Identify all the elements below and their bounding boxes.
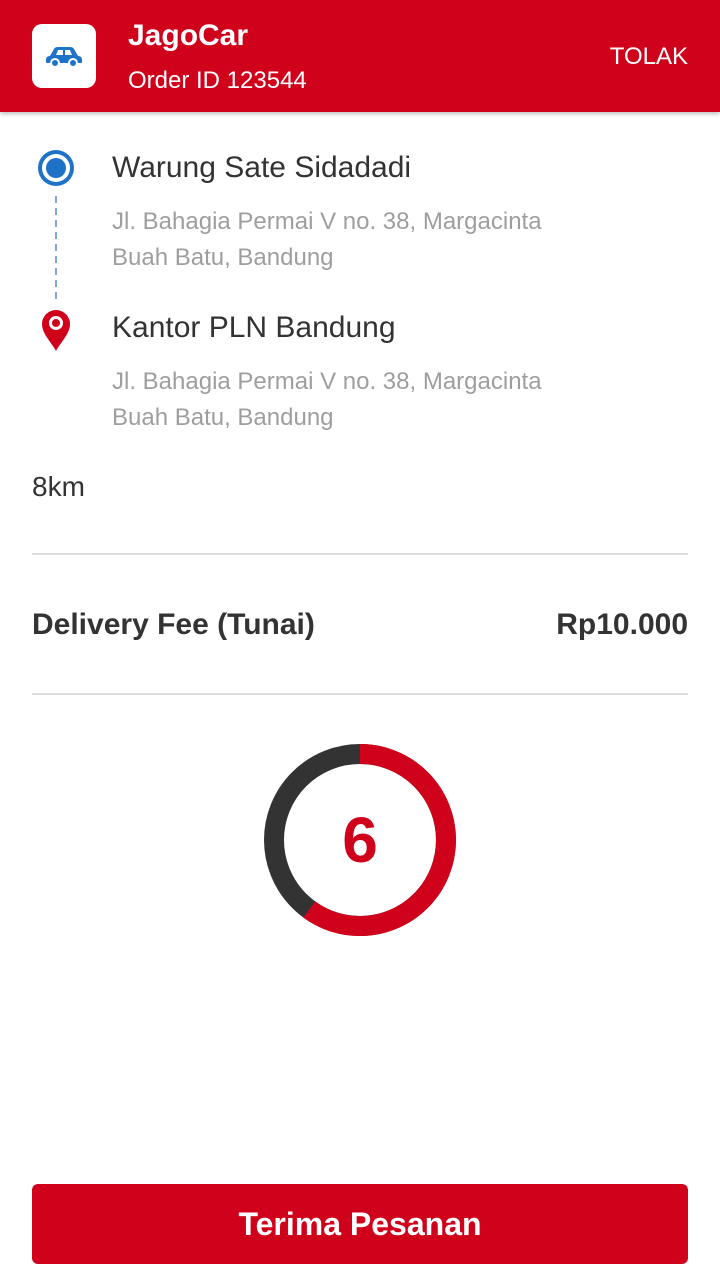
route-connector [55, 196, 57, 300]
divider [32, 693, 688, 695]
pickup-address-line1: Jl. Bahagia Permai V no. 38, Margacinta [112, 208, 542, 235]
delivery-fee-value: Rp10.000 [556, 608, 688, 641]
divider [32, 553, 688, 555]
map-pin-icon [42, 310, 70, 351]
delivery-fee-label: Delivery Fee (Tunai) [32, 608, 315, 641]
origin-dot-icon [38, 150, 74, 186]
app-header: JagoCar Order ID 123544 TOLAK [0, 0, 720, 112]
countdown-value: 6 [342, 804, 378, 876]
accept-order-button[interactable]: Terima Pesanan [32, 1184, 688, 1264]
reject-button[interactable]: TOLAK [610, 42, 688, 72]
pickup-address-line2: Buah Batu, Bandung [112, 244, 334, 271]
pickup-name: Warung Sate Sidadadi [112, 151, 412, 184]
order-id: Order ID 123544 [128, 67, 307, 94]
car-icon [32, 24, 96, 88]
dropoff-address-line2: Buah Batu, Bandung [112, 404, 334, 431]
dropoff-address-line1: Jl. Bahagia Permai V no. 38, Margacinta [112, 368, 542, 395]
app-title: JagoCar [128, 19, 249, 52]
dropoff-name: Kantor PLN Bandung [112, 311, 396, 344]
trip-distance: 8km [32, 471, 85, 502]
